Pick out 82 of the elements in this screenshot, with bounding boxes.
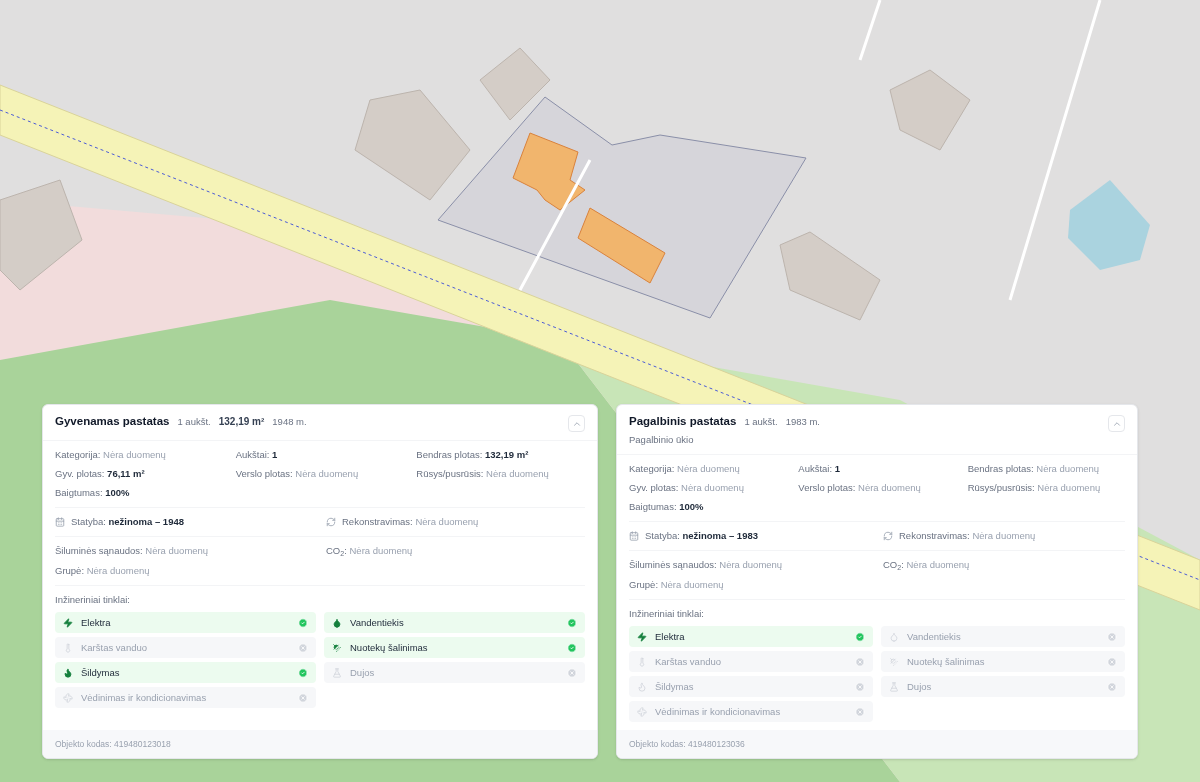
field-text: Rūsys/pusrūsis: Nėra duomenų xyxy=(967,482,1102,494)
check-icon xyxy=(298,617,308,628)
field-text: Aukštai: 1 xyxy=(235,449,279,461)
cross-icon xyxy=(855,656,865,667)
field-text: CO$_{2}$: Nėra duomenų xyxy=(326,545,414,557)
field-text: Gyv. plotas: Nėra duomenų xyxy=(629,482,745,494)
cross-icon xyxy=(567,667,577,678)
utility-name: Elektra xyxy=(655,630,686,643)
field-text: Rekonstravimas: Nėra duomenų xyxy=(342,516,479,528)
thermometer-icon xyxy=(637,656,647,667)
droplet-icon xyxy=(332,617,342,628)
bolt-icon xyxy=(63,617,73,628)
card-meta: 1983 m. xyxy=(785,416,820,428)
field-text: Kategorija: Nėra duomenų xyxy=(55,449,167,461)
field-text: Kategorija: Nėra duomenų xyxy=(629,463,741,475)
collapse-button[interactable] xyxy=(1108,415,1125,432)
utility-name: Vėdinimas ir kondicionavimas xyxy=(81,691,208,704)
field-text: Baigtumas: 100% xyxy=(629,501,705,513)
flame-icon xyxy=(63,667,73,678)
field-text: Grupė: Nėra duomenų xyxy=(55,565,151,577)
bolt-icon xyxy=(637,631,647,642)
field-text: CO$_{2}$: Nėra duomenų xyxy=(883,559,971,571)
field-text: Gyv. plotas: 76,11 m² xyxy=(55,468,146,480)
object-code: Objekto kodas: 419480123018 xyxy=(55,739,171,749)
card-meta: 1 aukšt. xyxy=(744,416,778,428)
calendar-icon xyxy=(55,517,65,527)
utility-name: Elektra xyxy=(81,616,112,629)
fan-icon xyxy=(63,692,73,703)
card-title: Gyvenamas pastatas xyxy=(55,415,170,427)
check-icon xyxy=(567,617,577,628)
field-text: Šiluminės sąnaudos: Nėra duomenų xyxy=(55,545,210,557)
cross-icon xyxy=(855,681,865,692)
flask-icon xyxy=(889,681,899,692)
utility-name: Dujos xyxy=(907,680,933,693)
utility-name: Vandentiekis xyxy=(350,616,405,629)
check-icon xyxy=(567,642,577,653)
object-code: Objekto kodas: 419480123036 xyxy=(629,739,745,749)
collapse-button[interactable] xyxy=(568,415,585,432)
cross-icon xyxy=(298,642,308,653)
check-icon xyxy=(298,667,308,678)
utility-name: Dujos xyxy=(350,666,376,679)
field-text: Baigtumas: 100% xyxy=(55,487,131,499)
flame-icon xyxy=(637,681,647,692)
utility-name: Šildymas xyxy=(81,666,121,679)
field-text: Statyba: nežinoma – 1948 xyxy=(71,516,184,528)
cross-icon xyxy=(855,706,865,717)
utility-name: Šildymas xyxy=(655,680,695,693)
utility-name: Vėdinimas ir kondicionavimas xyxy=(655,705,782,718)
utility-name: Nuotekų šalinimas xyxy=(907,655,986,668)
cross-icon xyxy=(298,692,308,703)
card-title: Pagalbinis pastatas xyxy=(629,415,737,427)
card-meta: 1 aukšt. xyxy=(177,416,211,428)
utility-name: Nuotekų šalinimas xyxy=(350,641,429,654)
utility-name: Karštas vanduo xyxy=(655,655,722,668)
cross-icon xyxy=(1107,681,1117,692)
cross-icon xyxy=(1107,631,1117,642)
field-text: Verslo plotas: Nėra duomenų xyxy=(798,482,922,494)
cross-icon xyxy=(1107,656,1117,667)
thermometer-icon xyxy=(63,642,73,653)
utility-name: Vandentiekis xyxy=(907,630,962,643)
utility-name: Karštas vanduo xyxy=(81,641,148,654)
field-text: Verslo plotas: Nėra duomenų xyxy=(235,468,360,480)
card-meta: 132,19 m² xyxy=(218,416,265,428)
field-text: Statyba: nežinoma – 1983 xyxy=(645,530,758,542)
flask-icon xyxy=(332,667,342,678)
section-label: Inžineriniai tinklai: xyxy=(55,593,131,607)
field-text: Rūsys/pusrūsis: Nėra duomenų xyxy=(416,468,550,480)
refresh-icon xyxy=(883,531,893,541)
check-icon xyxy=(855,631,865,642)
section-label: Inžineriniai tinklai: xyxy=(629,607,705,621)
field-text: Rekonstravimas: Nėra duomenų xyxy=(899,530,1036,542)
field-text: Bendras plotas: Nėra duomenų xyxy=(967,463,1101,475)
field-text: Grupė: Nėra duomenų xyxy=(629,579,725,591)
card-meta: 1948 m. xyxy=(272,416,307,428)
field-text: Bendras plotas: 132,19 m² xyxy=(416,449,530,461)
field-text: Šiluminės sąnaudos: Nėra duomenų xyxy=(629,559,784,571)
fan-icon xyxy=(637,706,647,717)
calendar-icon xyxy=(629,531,639,541)
droplet-icon xyxy=(889,631,899,642)
card-subtitle: Pagalbinio ūkio xyxy=(629,434,695,446)
refresh-icon xyxy=(326,517,336,527)
field-text: Aukštai: 1 xyxy=(798,463,842,475)
